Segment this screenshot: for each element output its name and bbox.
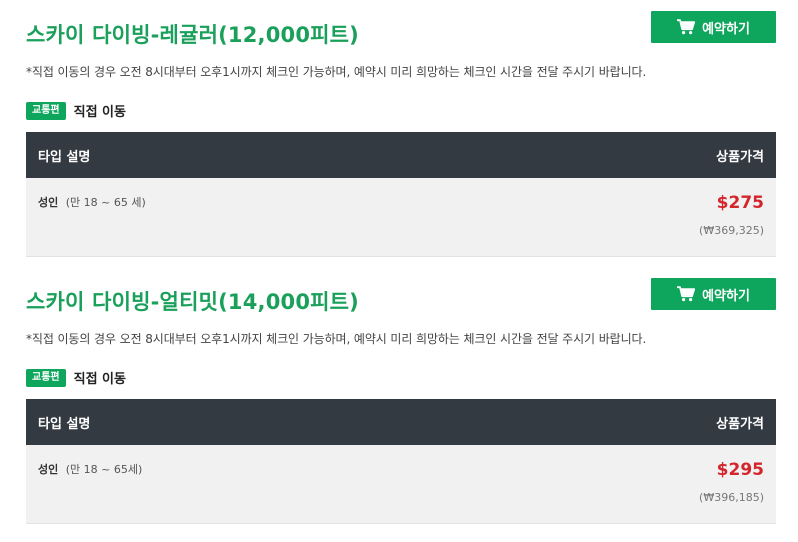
product-header: 스카이 다이빙-얼티밋(14,000피트) 예약하기 [26, 278, 776, 318]
type-name: 성인 [38, 463, 59, 476]
reserve-button-label: 예약하기 [702, 21, 750, 37]
transport-value: 직접 이동 [73, 372, 126, 387]
header-type: 타입 설명 [38, 416, 91, 432]
table-row: 성인 (만 18 ~ 65세) $295 (₩396,185) [26, 445, 776, 524]
reserve-button[interactable]: 예약하기 [651, 278, 776, 310]
product-title: 스카이 다이빙-얼티밋(14,000피트) [26, 290, 359, 314]
type-cell: 성인 (만 18 ~ 65 세) [38, 194, 146, 210]
price-usd: $295 [716, 460, 764, 480]
age-range: (만 18 ~ 65 세) [65, 196, 146, 209]
checkin-notice: *직접 이동의 경우 오전 8시대부터 오후1시까지 체크인 가능하며, 예약시… [26, 332, 647, 346]
price-table: 타입 설명 상품가격 성인 (만 18 ~ 65세) $295 (₩396,18… [26, 399, 776, 524]
age-range: (만 18 ~ 65세) [65, 463, 143, 476]
transport-badge: 교통편 [26, 368, 66, 387]
transport-badge: 교통편 [26, 101, 66, 120]
price-krw: (₩396,185) [699, 491, 764, 504]
reserve-button-label: 예약하기 [702, 288, 750, 304]
table-row: 성인 (만 18 ~ 65 세) $275 (₩369,325) [26, 178, 776, 257]
checkin-notice: *직접 이동의 경우 오전 8시대부터 오후1시까지 체크인 가능하며, 예약시… [26, 65, 647, 79]
cart-icon [677, 286, 696, 302]
price-usd: $275 [716, 193, 764, 213]
table-header: 타입 설명 상품가격 [26, 132, 776, 178]
price-krw: (₩369,325) [699, 224, 764, 237]
transport-info: 교통편 직접 이동 [26, 101, 126, 120]
product-title: 스카이 다이빙-레귤러(12,000피트) [26, 23, 359, 47]
table-header: 타입 설명 상품가격 [26, 399, 776, 445]
product-card-ultimate: 스카이 다이빙-얼티밋(14,000피트) 예약하기 *직접 이동의 경우 오전… [26, 278, 776, 524]
header-price: 상품가격 [716, 149, 764, 165]
cart-icon [677, 19, 696, 35]
price-table: 타입 설명 상품가격 성인 (만 18 ~ 65 세) $275 (₩369,3… [26, 132, 776, 257]
type-name: 성인 [38, 196, 59, 209]
transport-value: 직접 이동 [73, 105, 126, 120]
header-price: 상품가격 [716, 416, 764, 432]
type-cell: 성인 (만 18 ~ 65세) [38, 461, 142, 477]
product-card-regular: 스카이 다이빙-레귤러(12,000피트) 예약하기 *직접 이동의 경우 오전… [26, 11, 776, 257]
reserve-button[interactable]: 예약하기 [651, 11, 776, 43]
header-type: 타입 설명 [38, 149, 91, 165]
product-header: 스카이 다이빙-레귤러(12,000피트) 예약하기 [26, 11, 776, 51]
transport-info: 교통편 직접 이동 [26, 368, 126, 387]
